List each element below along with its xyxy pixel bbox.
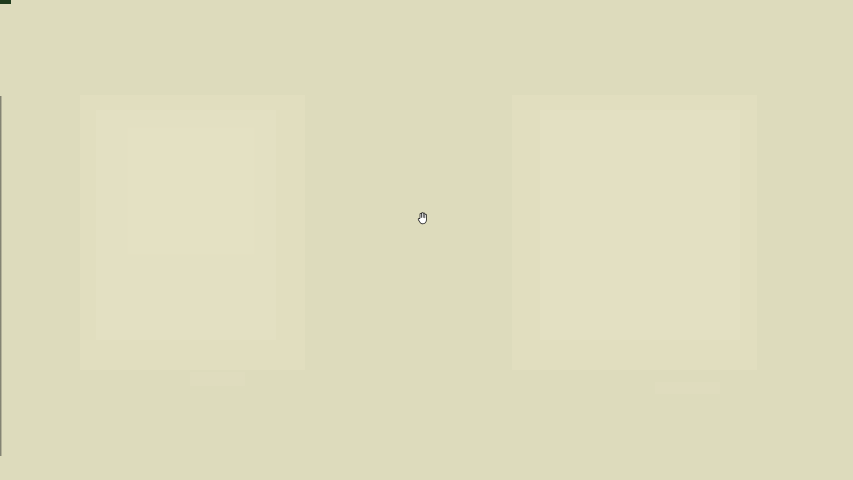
left-edge-shadow — [0, 96, 2, 456]
empty-canvas[interactable] — [0, 0, 853, 480]
faint-panel-left-inner — [96, 110, 276, 340]
corner-indicator — [0, 0, 11, 4]
hand-cursor-icon — [416, 210, 430, 225]
faint-strip-left — [190, 372, 245, 386]
faint-strip-right — [655, 382, 720, 394]
faint-panel-right-inner — [540, 110, 740, 340]
